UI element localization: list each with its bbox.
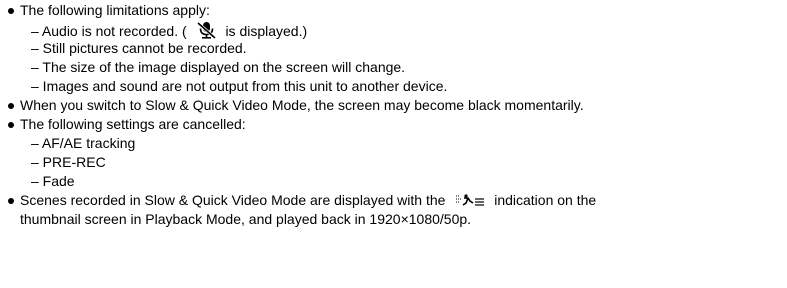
- sub-item-af-ae: – AF/AE tracking: [31, 135, 136, 151]
- sub-item-audio-text-after: is displayed.): [225, 23, 308, 39]
- playback-text-after: indication on the: [494, 192, 597, 208]
- bullet-playback-indication: Scenes recorded in Slow & Quick Video Mo…: [20, 192, 596, 211]
- sub-item-fade: – Fade: [31, 173, 75, 189]
- bullet-dot: [8, 122, 14, 128]
- bullet-playback-continuation: thumbnail screen in Playback Mode, and p…: [20, 211, 472, 227]
- sub-item-audio-text-before: – Audio is not recorded. (: [31, 23, 187, 39]
- bullet-black-screen: When you switch to Slow & Quick Video Mo…: [20, 97, 584, 113]
- bullet-cancelled-settings: The following settings are cancelled:: [20, 116, 246, 132]
- sub-item-pre-rec: – PRE-REC: [31, 154, 106, 170]
- playback-text-before: Scenes recorded in Slow & Quick Video Mo…: [20, 192, 446, 208]
- sub-item-still-pictures: – Still pictures cannot be recorded.: [31, 40, 247, 56]
- document-page: The following limitations apply: – Audio…: [0, 0, 787, 288]
- slow-quick-video-icon: [455, 193, 485, 211]
- bullet-dot: [8, 8, 14, 14]
- bullet-dot: [8, 103, 14, 109]
- bullet-dot: [8, 198, 14, 204]
- bullet-limitations: The following limitations apply:: [20, 2, 210, 18]
- sub-item-image-size: – The size of the image displayed on the…: [31, 59, 406, 75]
- sub-item-no-output: – Images and sound are not output from t…: [31, 78, 448, 94]
